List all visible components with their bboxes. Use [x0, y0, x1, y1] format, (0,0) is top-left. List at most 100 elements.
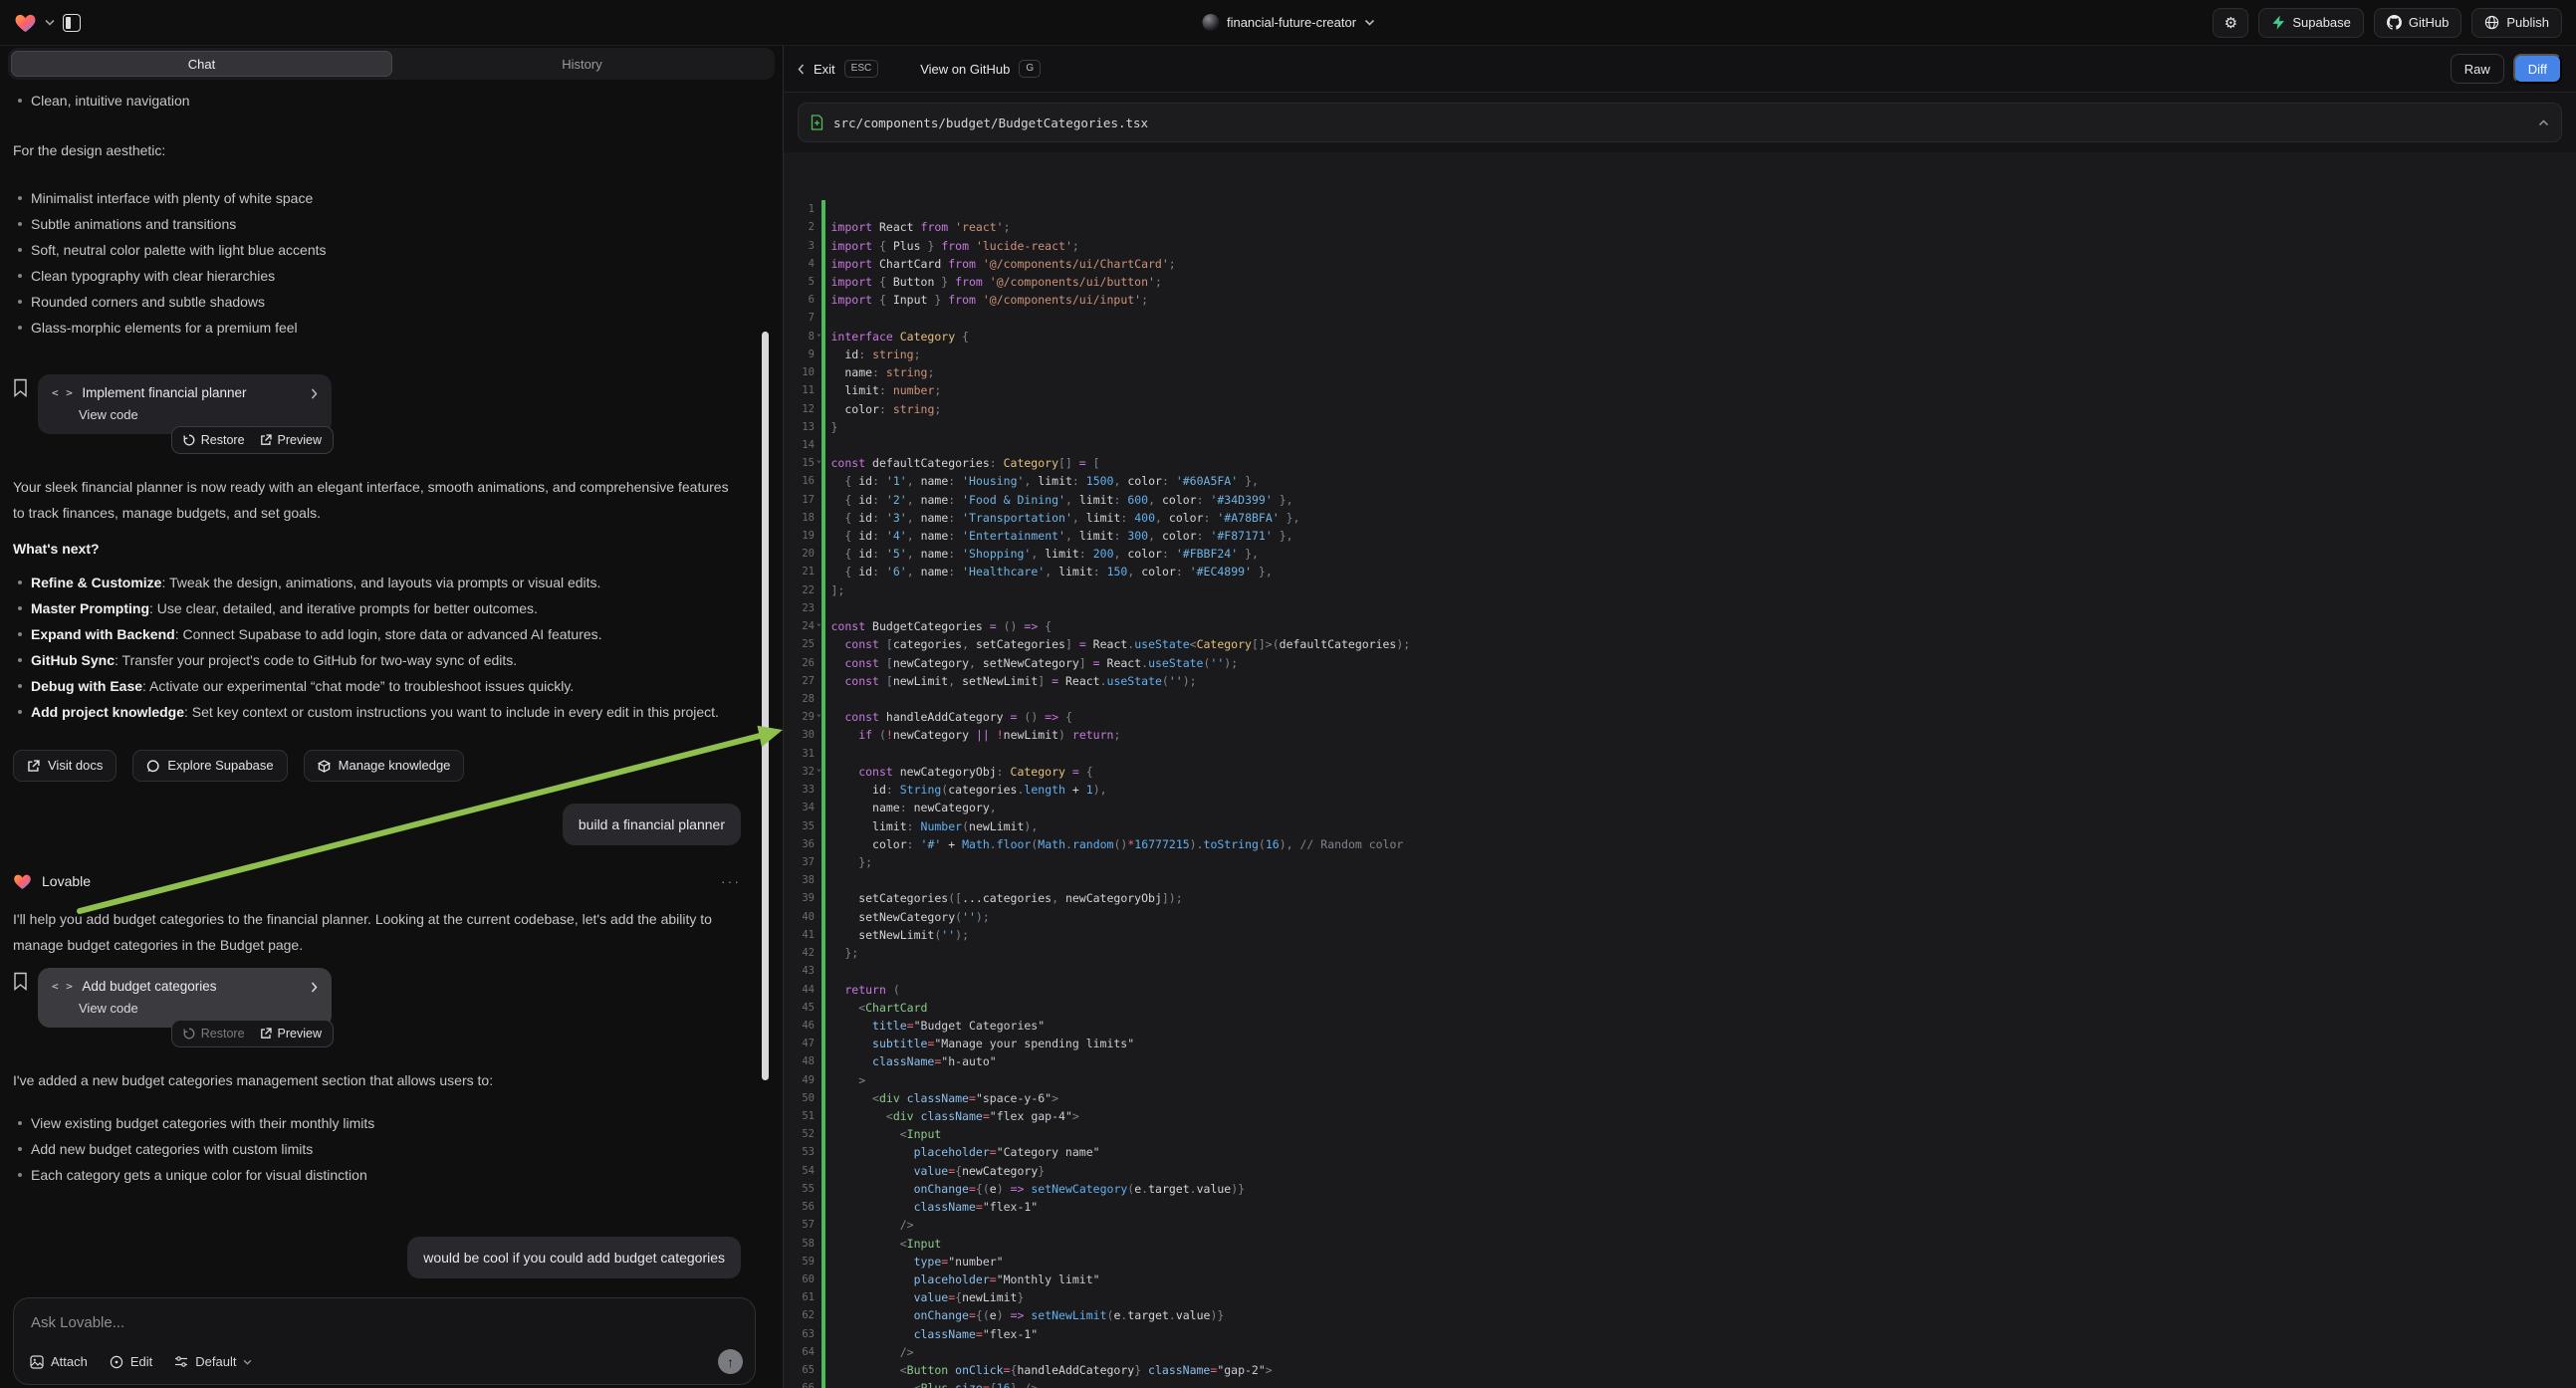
line-number: 17	[784, 494, 815, 506]
diff-added-bar	[821, 853, 825, 871]
collapse-chevron-up-icon[interactable]	[2538, 119, 2549, 126]
raw-button[interactable]: Raw	[2451, 54, 2504, 84]
bookmark-icon[interactable]	[13, 374, 31, 434]
line-number: 15	[784, 457, 815, 469]
esc-kbd-badge: ESC	[844, 60, 879, 78]
diff-added-bar	[821, 1271, 825, 1288]
line-number: 51	[784, 1110, 815, 1122]
supabase-button[interactable]: Supabase	[2258, 8, 2364, 38]
lovable-logo-heart-icon[interactable]	[14, 12, 37, 33]
user-message: build a financial planner	[563, 804, 741, 845]
workspace-chevron-down-icon[interactable]	[45, 19, 55, 26]
edit-mode-button[interactable]: Edit	[110, 1354, 152, 1369]
view-on-github-control[interactable]: View on GitHub G	[920, 60, 1041, 78]
diff-added-bar	[821, 672, 825, 690]
view-code-link[interactable]: View code	[79, 405, 318, 425]
list-item: Debug with Ease: Activate our experiment…	[13, 673, 741, 699]
file-path: src/components/budget/BudgetCategories.t…	[833, 116, 1148, 130]
line-number: 37	[784, 856, 815, 868]
code-line: 23	[784, 599, 2576, 617]
code-text: import { Input } from '@/components/ui/i…	[831, 293, 1149, 307]
visit-docs-button[interactable]: Visit docs	[13, 750, 117, 782]
diff-added-bar	[821, 1306, 825, 1324]
version-card-add-budget-categories[interactable]: < > Add budget categories View code Rest…	[38, 968, 332, 1028]
send-button[interactable]: ↑	[718, 1349, 743, 1374]
diff-added-bar	[821, 763, 825, 781]
fold-chevron-icon[interactable]: ⌄	[817, 455, 821, 464]
code-line: 55 onChange={(e) => setNewCategory(e.tar…	[784, 1180, 2576, 1198]
diff-added-bar	[821, 1288, 825, 1306]
manage-knowledge-button[interactable]: Manage knowledge	[304, 750, 465, 782]
file-header[interactable]: src/components/budget/BudgetCategories.t…	[798, 103, 2562, 142]
diff-added-bar	[821, 816, 825, 834]
version-card-implement-financial-planner[interactable]: < > Implement financial planner View cod…	[38, 374, 332, 434]
restore-button[interactable]: Restore	[183, 1021, 245, 1046]
code-line: 46 title="Budget Categories"	[784, 1017, 2576, 1035]
tab-chat[interactable]: Chat	[11, 51, 392, 77]
code-editor[interactable]: 12import React from 'react';3import { Pl…	[784, 199, 2576, 1388]
code-text: const BudgetCategories = () => {	[831, 619, 1053, 633]
code-text: />	[831, 1218, 914, 1232]
bookmark-icon[interactable]	[13, 968, 31, 1028]
line-number: 9	[784, 348, 815, 360]
diff-added-bar	[821, 871, 825, 889]
line-number: 41	[784, 929, 815, 941]
line-number: 7	[784, 312, 815, 324]
attach-button[interactable]: Attach	[30, 1354, 88, 1369]
diff-added-bar	[821, 926, 825, 944]
code-line: 16 { id: '1', name: 'Housing', limit: 15…	[784, 472, 2576, 490]
list-item: Clean, intuitive navigation	[13, 88, 741, 114]
project-switcher[interactable]: financial-future-creator	[1202, 14, 1374, 31]
fold-chevron-icon[interactable]: ⌄	[817, 329, 821, 338]
diff-added-bar	[821, 1325, 825, 1343]
code-line: 61 value={newLimit}	[784, 1288, 2576, 1306]
diff-added-bar	[821, 745, 825, 763]
code-line: 27 const [newLimit, setNewLimit] = React…	[784, 672, 2576, 690]
chat-composer[interactable]: Ask Lovable... Attach Edit Default ↑	[13, 1297, 756, 1385]
github-button[interactable]: GitHub	[2374, 8, 2461, 38]
line-number: 50	[784, 1092, 815, 1104]
line-number: 58	[784, 1238, 815, 1250]
diff-added-bar	[821, 1052, 825, 1070]
line-number: 44	[784, 984, 815, 996]
diff-added-bar	[821, 563, 825, 580]
fold-chevron-icon[interactable]: ⌄	[817, 764, 821, 773]
diff-added-bar	[821, 962, 825, 980]
file-added-icon	[811, 115, 823, 130]
line-number: 33	[784, 784, 815, 796]
quick-actions: Visit docs Explore Supabase Manage knowl…	[13, 750, 741, 782]
code-text: <Plus size={16} />	[831, 1381, 1039, 1388]
code-text: };	[831, 855, 873, 869]
diff-button[interactable]: Diff	[2513, 54, 2562, 84]
code-line: 66 <Plus size={16} />	[784, 1379, 2576, 1388]
explore-supabase-button[interactable]: Explore Supabase	[132, 750, 287, 782]
code-text: { id: '1', name: 'Housing', limit: 1500,…	[831, 474, 1259, 488]
line-number: 46	[784, 1020, 815, 1032]
tab-history[interactable]: History	[392, 51, 772, 77]
chat-scrollbar[interactable]	[762, 332, 769, 1080]
view-code-link[interactable]: View code	[79, 999, 318, 1019]
publish-button[interactable]: Publish	[2471, 8, 2562, 38]
diff-added-bar	[821, 454, 825, 472]
code-text: <Input	[831, 1237, 942, 1251]
preview-button[interactable]: Preview	[260, 1021, 322, 1046]
fold-chevron-icon[interactable]: ⌄	[817, 709, 821, 718]
sidebar-toggle-icon[interactable]	[63, 14, 81, 32]
preview-button[interactable]: Preview	[260, 427, 322, 453]
restore-button[interactable]: Restore	[183, 427, 245, 453]
model-selector[interactable]: Default	[174, 1354, 252, 1369]
code-line: 28	[784, 690, 2576, 708]
chat-input[interactable]: Ask Lovable...	[31, 1314, 124, 1331]
code-text: { id: '6', name: 'Healthcare', limit: 15…	[831, 565, 1273, 578]
file-header-zone: src/components/budget/BudgetCategories.t…	[784, 93, 2576, 152]
diff-added-bar	[821, 1125, 825, 1143]
more-options-icon[interactable]: ···	[721, 868, 741, 894]
fold-chevron-icon[interactable]: ⌄	[817, 618, 821, 627]
code-text: value={newCategory}	[831, 1164, 1046, 1178]
line-number: 57	[784, 1219, 815, 1231]
diff-added-bar	[821, 617, 825, 635]
line-number: 24	[784, 620, 815, 632]
exit-control[interactable]: Exit ESC	[798, 60, 878, 78]
settings-button[interactable]: ⚙	[2213, 8, 2248, 38]
top-bar-right: ⚙ Supabase GitHub Publish	[2213, 8, 2562, 38]
